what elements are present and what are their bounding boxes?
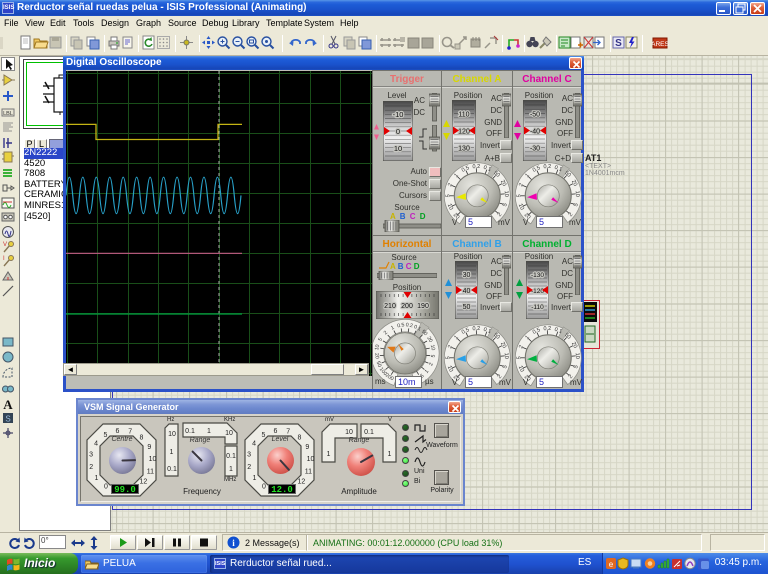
- svg-text:S: S: [615, 38, 622, 49]
- svg-text:12: 12: [140, 479, 148, 486]
- svg-text:0.1: 0.1: [185, 428, 195, 435]
- svg-text:130: 130: [458, 146, 470, 153]
- svg-text:LBL: LBL: [3, 111, 13, 117]
- svg-text:200: 200: [401, 303, 413, 310]
- svg-text:0: 0: [262, 484, 266, 491]
- svg-text:3: 3: [247, 452, 251, 459]
- svg-text:9: 9: [147, 444, 151, 451]
- svg-text:1: 1: [253, 475, 257, 482]
- svg-text:190: 190: [417, 303, 429, 310]
- svg-text:S: S: [5, 414, 10, 423]
- svg-text:0.2: 0.2: [543, 326, 551, 332]
- svg-text:0.1: 0.1: [167, 466, 177, 473]
- svg-text:A: A: [3, 397, 13, 411]
- svg-text:110: 110: [458, 111, 469, 118]
- svg-text:120: 120: [458, 129, 470, 136]
- svg-text:e: e: [609, 560, 614, 569]
- svg-text:30: 30: [463, 272, 471, 279]
- svg-text:3: 3: [89, 452, 93, 459]
- svg-text:5: 5: [446, 194, 452, 197]
- svg-text:ARES: ARES: [652, 41, 669, 48]
- svg-text:1: 1: [170, 449, 174, 456]
- svg-text:10: 10: [394, 144, 402, 153]
- svg-text:40: 40: [463, 288, 471, 295]
- svg-text:0.5: 0.5: [397, 322, 405, 329]
- svg-text:1: 1: [327, 451, 331, 458]
- svg-text:5: 5: [517, 356, 523, 359]
- svg-text:9: 9: [305, 444, 309, 451]
- svg-text:10: 10: [225, 430, 233, 437]
- svg-text:7: 7: [128, 429, 132, 436]
- svg-text:6: 6: [116, 428, 120, 435]
- svg-text:0: 0: [104, 484, 108, 491]
- svg-text:10: 10: [574, 191, 580, 198]
- svg-text:10: 10: [503, 191, 509, 198]
- svg-text:-120: -120: [531, 288, 544, 295]
- svg-text:10: 10: [574, 353, 580, 360]
- svg-text:2: 2: [89, 464, 93, 471]
- svg-text:10: 10: [503, 353, 509, 360]
- svg-text:5: 5: [517, 194, 523, 197]
- svg-text:10: 10: [345, 429, 353, 436]
- svg-text:11: 11: [147, 468, 154, 475]
- svg-text:V: V: [3, 242, 7, 248]
- svg-text:-40: -40: [530, 129, 540, 136]
- svg-text:10: 10: [149, 456, 157, 463]
- svg-text:0.1: 0.1: [226, 453, 236, 460]
- svg-text:0.1: 0.1: [364, 429, 374, 436]
- svg-text:-30: -30: [530, 146, 540, 153]
- svg-text:0.2: 0.2: [472, 164, 480, 170]
- svg-text:0.2: 0.2: [543, 164, 551, 170]
- svg-text:210: 210: [384, 303, 396, 310]
- svg-text:11: 11: [305, 468, 312, 475]
- svg-text:6: 6: [274, 428, 278, 435]
- svg-text:-50: -50: [530, 111, 540, 118]
- svg-text:0: 0: [396, 127, 400, 136]
- svg-text:1: 1: [95, 475, 99, 482]
- svg-text:7: 7: [286, 429, 290, 436]
- svg-text:1: 1: [207, 428, 211, 435]
- svg-text:I: I: [3, 256, 5, 262]
- svg-text:1: 1: [229, 466, 233, 473]
- svg-text:5: 5: [446, 356, 452, 359]
- svg-text:10: 10: [168, 431, 176, 438]
- svg-text:20: 20: [373, 353, 379, 359]
- svg-text:1: 1: [388, 451, 392, 458]
- svg-text:2: 2: [247, 464, 251, 471]
- svg-text:-130: -130: [531, 272, 544, 279]
- svg-text:10: 10: [307, 456, 315, 463]
- svg-text:-10: -10: [393, 110, 404, 119]
- svg-text:0.2: 0.2: [472, 326, 480, 332]
- svg-text:50: 50: [463, 304, 471, 311]
- svg-text:12: 12: [298, 479, 306, 486]
